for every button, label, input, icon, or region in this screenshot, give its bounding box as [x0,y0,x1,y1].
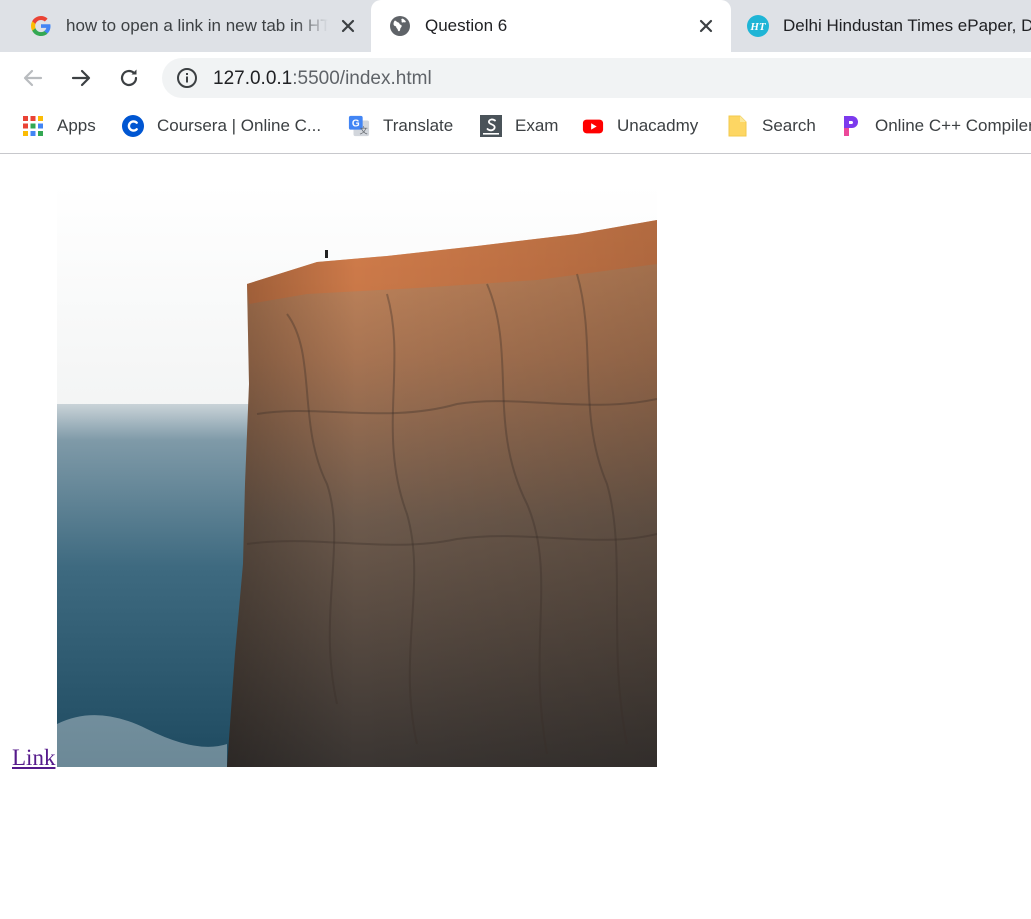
bookmarks-bar: Apps Coursera | Online C... G 文 Translat… [0,104,1031,154]
bookmark-online-cpp-compiler[interactable]: Online C++ Compiler [840,104,1031,148]
link[interactable]: Link [12,746,55,769]
tab-title: Delhi Hindustan Times ePaper, Delhi [783,16,1031,35]
youtube-icon [582,115,604,137]
tab-strip: how to open a link in new tab in HTML Qu… [0,0,1031,52]
forward-arrow-icon[interactable] [65,62,97,94]
bookmark-translate[interactable]: G 文 Translate [348,104,453,148]
svg-text:HT: HT [749,21,767,33]
bookmark-label: Online C++ Compiler [875,116,1031,135]
close-tab-icon[interactable] [337,15,359,37]
cliff-photo[interactable] [57,184,657,767]
site-info-icon[interactable] [176,67,198,89]
bookmark-exam[interactable]: Exam [480,104,558,148]
bookmark-unacadmy[interactable]: Unacadmy [582,104,698,148]
bookmark-label: Unacadmy [617,116,699,135]
folder-icon [727,115,749,137]
globe-icon [389,15,411,37]
tab-google-search[interactable]: how to open a link in new tab in HTML [0,0,371,52]
bookmark-label: Apps [57,116,96,135]
bookmark-coursera[interactable]: Coursera | Online C... [122,104,321,148]
address-bar[interactable]: 127.0.0.1:5500/index.html [162,58,1031,98]
back-arrow-icon[interactable] [17,62,49,94]
tab-hindustan-times[interactable]: HT Delhi Hindustan Times ePaper, Delhi [731,0,1031,52]
close-tab-icon[interactable] [695,15,717,37]
bookmark-label: Coursera | Online C... [157,116,322,135]
translate-icon: G 文 [348,115,370,137]
url-text: 127.0.0.1:5500/index.html [213,68,432,90]
programiz-icon [840,115,862,137]
bookmark-label: Search [762,116,816,135]
tab-title: Question 6 [425,16,508,35]
browser-toolbar: 127.0.0.1:5500/index.html [0,52,1031,104]
bookmark-search[interactable]: Search [727,104,816,148]
ht-icon: HT [747,15,769,37]
reload-icon[interactable] [113,62,145,94]
page-content: Link [0,154,1031,919]
bookmark-label: Exam [515,116,559,135]
tab-title: how to open a link in new tab in HTML [66,16,328,35]
url-host: 127.0.0.1 [213,68,293,89]
google-icon [30,15,52,37]
url-path: :5500/index.html [292,68,432,89]
tab-question-6[interactable]: Question 6 [371,0,731,52]
bookmark-apps[interactable]: Apps [22,104,96,148]
svg-text:文: 文 [359,125,367,135]
bookmark-label: Translate [383,116,454,135]
exam-icon [480,115,502,137]
apps-grid-icon [22,115,44,137]
coursera-icon [122,115,144,137]
